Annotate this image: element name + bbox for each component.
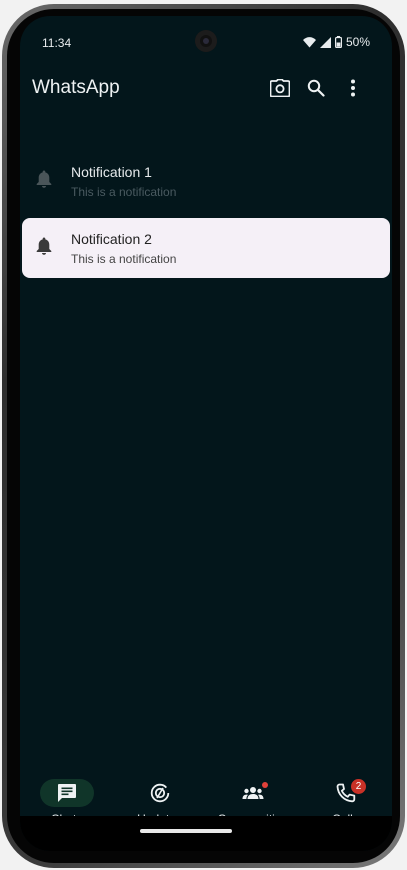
camera-icon[interactable] — [268, 76, 292, 100]
status-bar: 11:34 50% — [20, 16, 392, 62]
notification-dot — [262, 782, 268, 788]
chat-icon — [57, 784, 76, 802]
bell-icon — [36, 237, 52, 255]
wifi-icon — [302, 36, 316, 47]
app-bar: WhatsApp — [20, 70, 392, 110]
app-title: WhatsApp — [32, 77, 120, 98]
home-indicator[interactable] — [140, 829, 232, 833]
signal-icon — [319, 36, 331, 48]
status-icons: 50% — [302, 35, 370, 49]
notification-title: Notification 1 — [71, 164, 152, 180]
battery-icon — [334, 36, 342, 48]
notification-item-2[interactable]: Notification 2 This is a notification — [22, 218, 390, 278]
front-camera — [195, 30, 217, 52]
missed-calls-badge: 2 — [351, 779, 366, 794]
battery-percent: 50% — [345, 35, 370, 49]
communities-icon — [242, 787, 263, 799]
status-time: 11:34 — [42, 36, 72, 50]
notification-title: Notification 2 — [71, 231, 152, 247]
search-icon[interactable] — [304, 76, 328, 100]
notification-item-1[interactable]: Notification 1 This is a notification — [22, 151, 390, 211]
gesture-area — [20, 816, 392, 851]
updates-icon — [150, 783, 169, 803]
bell-icon — [36, 170, 52, 188]
notification-body: This is a notification — [71, 252, 177, 266]
notification-body: This is a notification — [71, 185, 177, 199]
more-vert-icon[interactable] — [341, 76, 365, 100]
screen: 11:34 50% WhatsApp Notification 1 This i… — [20, 16, 392, 851]
